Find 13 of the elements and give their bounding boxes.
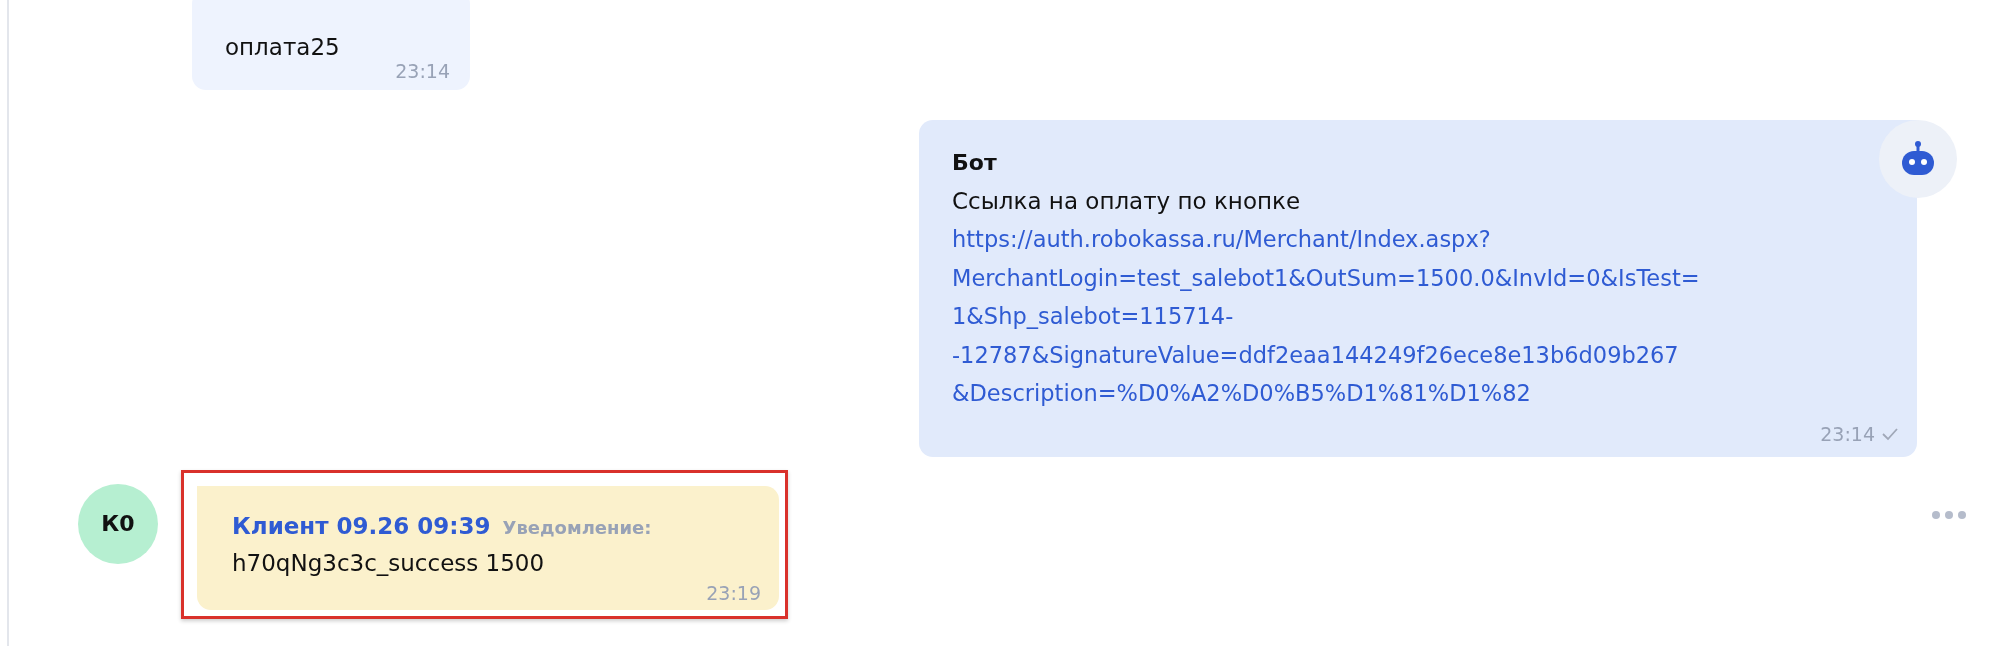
more-icon[interactable]: [1931, 509, 1967, 520]
message-text: h70qNg3c3c_success 1500: [232, 548, 546, 578]
sender-name: Клиент 09.26 09:39: [232, 511, 491, 541]
message-time: 23:19: [706, 581, 761, 604]
message-time: 23:14: [395, 60, 450, 82]
message-time: 23:14: [1820, 422, 1875, 445]
message-text: оплата25: [225, 33, 341, 62]
payment-link[interactable]: https://auth.robokassa.ru/Merchant/Index.aspx? MerchantLogin=test_salebot1&OutSum=1500.0&InvId=0&IsTest= 1&Shp_salebot=115714- -12787&SignatureValue=ddf2eaa144249f26ece8e13b6d09b267 &Description=%D0%A2%D0%B5%D1%81%D1%82: [952, 220, 1899, 413]
user-avatar: К0: [78, 483, 158, 564]
sender-name: Бот: [952, 149, 998, 177]
robot-icon: [1899, 141, 1937, 177]
message-text: Ссылка на оплату по кнопке: [952, 187, 1302, 216]
message-label: Уведомление:: [502, 516, 652, 538]
